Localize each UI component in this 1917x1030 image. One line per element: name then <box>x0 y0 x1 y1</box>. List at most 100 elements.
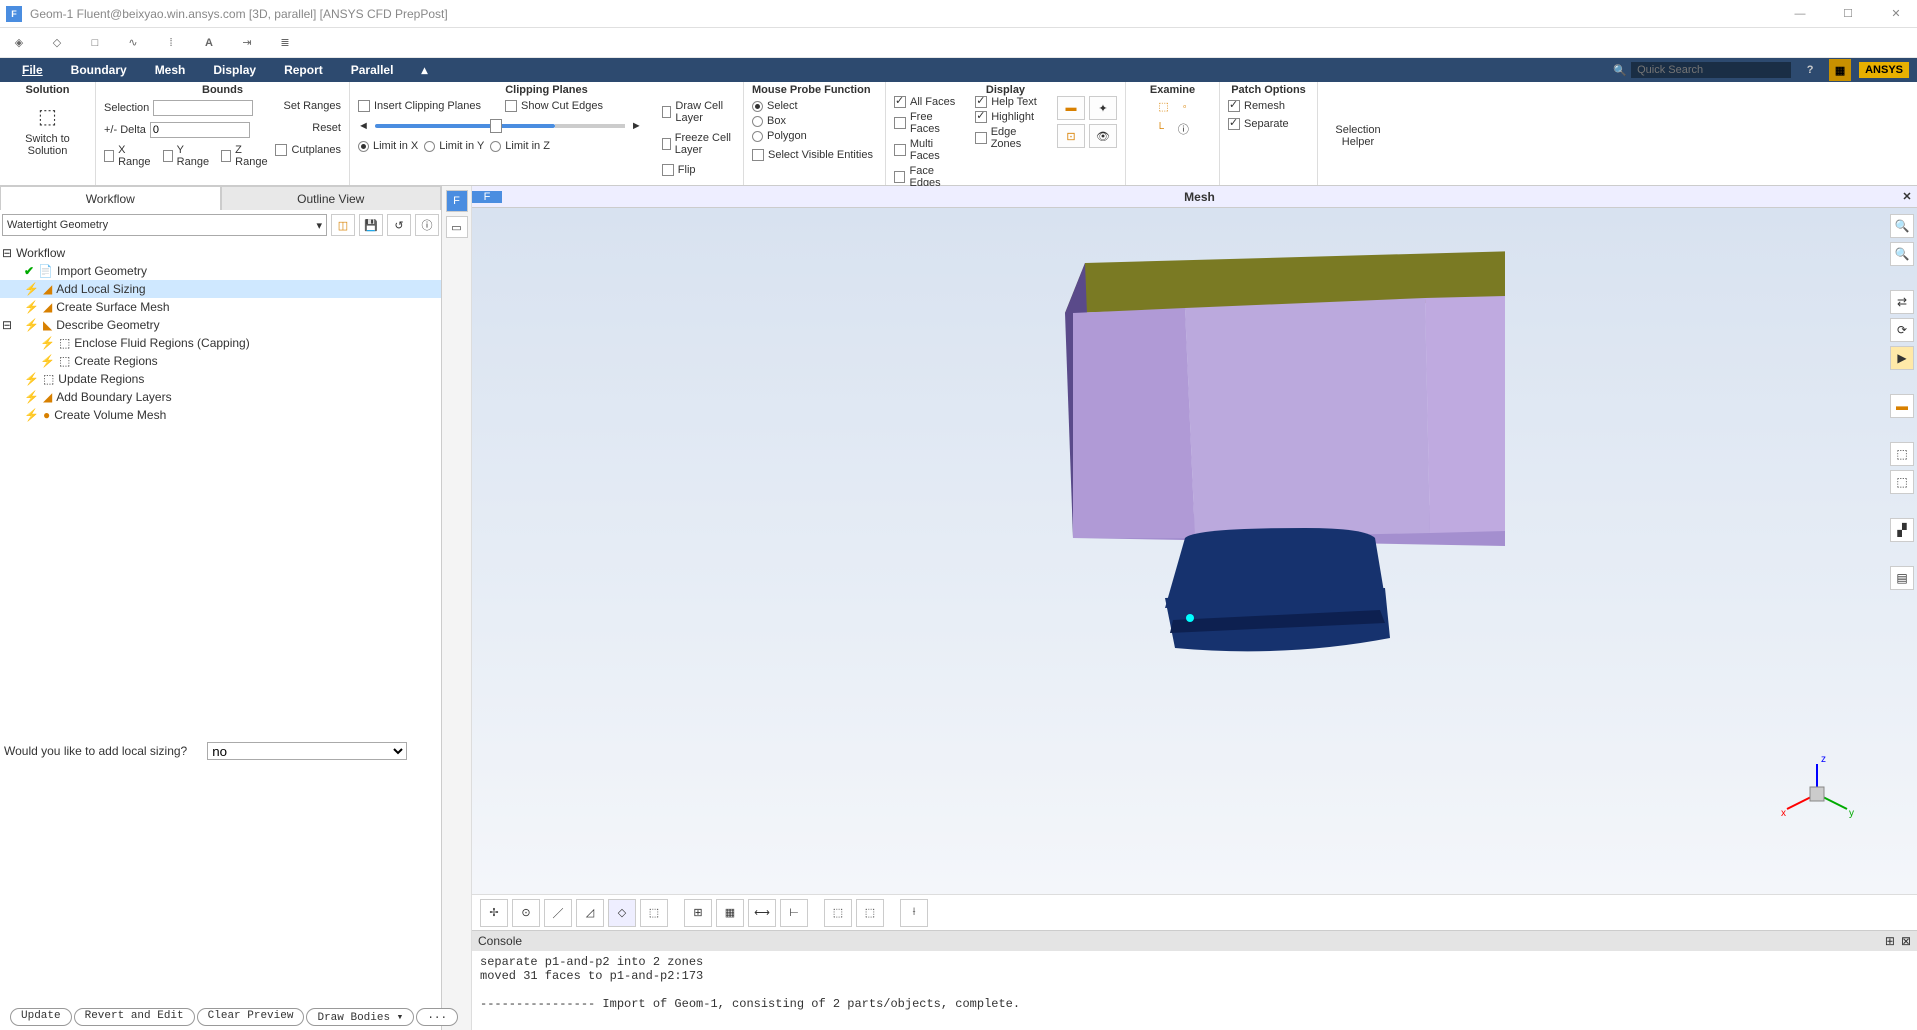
select-radio[interactable]: Select <box>752 100 873 112</box>
edge-zones-check[interactable]: Edge Zones <box>975 126 1047 150</box>
update-button[interactable]: Update <box>10 1008 72 1026</box>
settings-button[interactable]: ▦ <box>1829 59 1851 81</box>
stats-icon[interactable]: ⁞ <box>162 34 180 52</box>
list-icon[interactable]: ≣ <box>276 34 294 52</box>
rtool-refresh[interactable]: ⟳ <box>1890 318 1914 342</box>
all-faces-check[interactable]: All Faces <box>894 96 965 108</box>
vtool-multi[interactable]: ⊞ <box>684 899 712 927</box>
vtool-dim[interactable]: ⟷ <box>748 899 776 927</box>
gutter-rect-icon[interactable]: ▭ <box>446 216 468 238</box>
rtool-doc[interactable]: ▤ <box>1890 566 1914 590</box>
box-radio[interactable]: Box <box>752 115 873 127</box>
tab-workflow[interactable]: Workflow <box>0 186 221 210</box>
menu-more[interactable]: ▴ <box>407 58 441 82</box>
tree-item-surface-mesh[interactable]: ⚡ ◢ Create Surface Mesh <box>0 298 441 316</box>
tree-item-create-regions[interactable]: ⚡ ⬚ Create Regions <box>0 352 441 370</box>
vtool-body[interactable]: ⬚ <box>640 899 668 927</box>
draw-bodies-button[interactable]: Draw Bodies ▾ <box>306 1008 414 1026</box>
highlight-check[interactable]: Highlight <box>975 111 1047 123</box>
flip-check[interactable]: Flip <box>662 164 735 176</box>
wf-btn-2[interactable]: 💾 <box>359 214 383 236</box>
delta-input[interactable] <box>150 122 250 138</box>
show-cut-check[interactable]: Show Cut Edges <box>505 100 603 112</box>
minimize-button[interactable]: — <box>1785 4 1815 24</box>
slider-left-arrow[interactable]: ◄ <box>358 120 369 132</box>
rtool-cube1[interactable]: ⬚ <box>1890 442 1914 466</box>
vtool-face[interactable]: ◇ <box>608 899 636 927</box>
limit-x-radio[interactable]: Limit in X <box>358 140 418 152</box>
separate-check[interactable]: Separate <box>1228 118 1289 130</box>
selection-input[interactable] <box>153 100 253 116</box>
zoom-out-button[interactable]: 🔍 <box>1890 242 1914 266</box>
yrange-check[interactable]: Y Range <box>163 144 211 168</box>
box-icon[interactable]: □ <box>86 34 104 52</box>
maximize-button[interactable]: ☐ <box>1833 4 1863 24</box>
vtool-axes[interactable]: ✢ <box>480 899 508 927</box>
display-icon-3[interactable]: ⊡ <box>1057 124 1085 148</box>
tree-item-volume-mesh[interactable]: ⚡ ● Create Volume Mesh <box>0 406 441 424</box>
vtool-ruler[interactable]: ⟊ <box>900 899 928 927</box>
examine-icon-4[interactable]: ⓘ <box>1178 121 1189 137</box>
wf-btn-3[interactable]: ↺ <box>387 214 411 236</box>
tab-outline[interactable]: Outline View <box>221 186 442 210</box>
mesh-close-button[interactable]: ✕ <box>1897 190 1917 203</box>
workflow-type-select[interactable]: Watertight Geometry▾ <box>2 214 327 236</box>
menu-mesh[interactable]: Mesh <box>141 58 200 82</box>
wireframe-icon[interactable]: ◇ <box>48 34 66 52</box>
menu-display[interactable]: Display <box>199 58 270 82</box>
limit-z-radio[interactable]: Limit in Z <box>490 140 550 152</box>
letter-a-icon[interactable]: A <box>200 34 218 52</box>
examine-icon-2[interactable]: ◦ <box>1183 101 1187 113</box>
console-expand-button[interactable]: ⊞ <box>1885 934 1895 948</box>
help-text-check[interactable]: Help Text <box>975 96 1047 108</box>
rtool-cube2[interactable]: ⬚ <box>1890 470 1914 494</box>
examine-icon-1[interactable]: ⬚ <box>1158 100 1168 113</box>
console-output[interactable]: separate p1-and-p2 into 2 zones moved 31… <box>472 951 1917 1030</box>
tree-item-local-sizing[interactable]: ⚡ ◢ Add Local Sizing <box>0 280 441 298</box>
wf-btn-1[interactable]: ◫ <box>331 214 355 236</box>
vtool-grid[interactable]: ▦ <box>716 899 744 927</box>
display-icon-2[interactable]: ✦ <box>1089 96 1117 120</box>
search-input[interactable] <box>1631 62 1791 78</box>
menu-parallel[interactable]: Parallel <box>337 58 408 82</box>
selection-helper-button[interactable]: Selection Helper <box>1315 100 1401 152</box>
polygon-radio[interactable]: Polygon <box>752 130 873 142</box>
tree-item-update-regions[interactable]: ⚡ ⬚ Update Regions <box>0 370 441 388</box>
tree-item-describe[interactable]: ⊟⚡ ◣ Describe Geometry <box>0 316 441 334</box>
tree-root[interactable]: ⊟ Workflow <box>0 244 441 262</box>
tree-item-import[interactable]: ✔ 📄 Import Geometry <box>0 262 441 280</box>
vtool-box2[interactable]: ⬚ <box>856 899 884 927</box>
set-ranges-button[interactable]: Set Ranges <box>284 100 341 112</box>
freeze-cell-check[interactable]: Freeze Cell Layer <box>662 132 735 156</box>
free-faces-check[interactable]: Free Faces <box>894 111 965 135</box>
vtool-box1[interactable]: ⬚ <box>824 899 852 927</box>
remesh-check[interactable]: Remesh <box>1228 100 1289 112</box>
xrange-check[interactable]: X Range <box>104 144 153 168</box>
slider-right-arrow[interactable]: ► <box>631 120 642 132</box>
axis-triad[interactable]: x y z <box>1777 754 1857 834</box>
help-button[interactable]: ? <box>1799 59 1821 81</box>
curve-icon[interactable]: ∿ <box>124 34 142 52</box>
tree-item-enclose[interactable]: ⚡ ⬚ Enclose Fluid Regions (Capping) <box>0 334 441 352</box>
clip-slider[interactable] <box>375 124 555 128</box>
tree-item-boundary-layers[interactable]: ⚡ ◢ Add Boundary Layers <box>0 388 441 406</box>
vtool-measure[interactable]: ⊢ <box>780 899 808 927</box>
rtool-arrows[interactable]: ⇄ <box>1890 290 1914 314</box>
menu-boundary[interactable]: Boundary <box>57 58 141 82</box>
grid-arrow-icon[interactable]: ⇥ <box>238 34 256 52</box>
wf-btn-4[interactable]: ⓘ <box>415 214 439 236</box>
rtool-bar[interactable]: ▬ <box>1890 394 1914 418</box>
cutplanes-check[interactable]: Cutplanes <box>275 144 341 156</box>
revert-button[interactable]: Revert and Edit <box>74 1008 195 1026</box>
cube-icon[interactable]: ◈ <box>10 34 28 52</box>
rtool-flag[interactable]: ▶ <box>1890 346 1914 370</box>
display-icon-4[interactable]: 👁 <box>1089 124 1117 148</box>
close-button[interactable]: ✕ <box>1881 4 1911 24</box>
display-icon-1[interactable]: ▬ <box>1057 96 1085 120</box>
gutter-f-icon[interactable]: F <box>446 190 468 212</box>
limit-y-radio[interactable]: Limit in Y <box>424 140 484 152</box>
question-select[interactable]: no <box>207 742 407 760</box>
console-close-button[interactable]: ⊠ <box>1901 934 1911 948</box>
rtool-graph[interactable]: ▞ <box>1890 518 1914 542</box>
zrange-check[interactable]: Z Range <box>221 144 269 168</box>
